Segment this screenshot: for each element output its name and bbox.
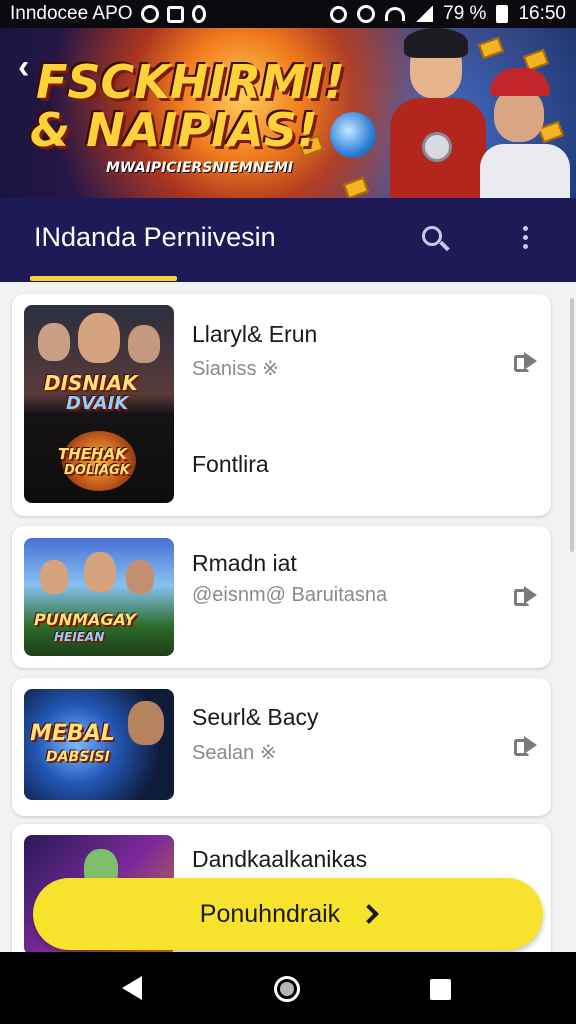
chevron-right-icon [359,904,380,924]
nav-recents-icon[interactable] [430,979,451,1000]
thumb-title: PUNMAGAY [34,610,136,629]
status-time: 16:50 [518,3,566,24]
share-icon[interactable] [514,734,538,756]
banner-title: FSCKHIRMI! & NAIPIAS! [30,55,345,154]
list-item[interactable]: MEBAL DABSISI Seurl& Bacy Sealan ※ [12,678,551,816]
signal-icon [415,6,434,22]
vibrate-icon [357,5,376,23]
notification-icon [140,5,159,23]
game-subtitle: Sianiss ※ [192,358,279,380]
game-subtitle: @eisnm@ Baruitasna [192,584,388,606]
banner-title-line2: & NAIPIAS! [30,103,318,157]
thumb-subtitle: HEIEAN [54,630,105,644]
wifi-icon [385,7,406,21]
game-name: Llaryl& Erun [192,321,318,347]
promo-banner[interactable]: ‹ FSCKHIRMI! & NAIPIAS! MWAIPICIERSNIEMN… [0,28,576,198]
battery-icon [496,5,509,23]
game-name: Rmadn iat [192,550,297,576]
hero-warrior-illustration [380,28,490,198]
thumb-title: MEBAL [30,721,115,746]
game-extra-label: Fontlira [192,451,269,477]
thumb-title: DISNIAK [44,371,138,395]
app-bar: INdanda Perniivesin [0,198,576,282]
share-icon[interactable] [514,350,538,372]
thumb-subtitle: DVAIK [66,393,129,414]
game-thumbnail: DISNIAK DVAIK THEHAK DOLIAGK [24,305,174,503]
status-bar: Inndocee APO 79 % 16:50 [0,0,576,28]
emblem-subtext: DOLIAGK [64,463,130,478]
nav-home-icon[interactable] [274,976,300,1002]
game-name: Dandkaalkanikas [192,846,368,872]
photo-notification-icon [166,5,184,23]
game-thumbnail: MEBAL DABSISI [24,689,174,800]
game-thumbnail: PUNMAGAY HEIEAN [24,538,174,656]
nfc-icon [330,5,348,23]
system-nav-bar [0,952,576,1024]
game-name: Seurl& Bacy [192,704,319,730]
banner-subtitle: MWAIPICIERSNIEMNEMI [106,160,294,176]
share-icon[interactable] [514,584,538,606]
banner-title-line1: FSCKHIRMI! [36,55,345,109]
scrollbar[interactable] [570,298,574,552]
hero-boy-illustration [480,68,576,198]
game-subtitle: Sealan ※ [192,742,277,764]
tab-indicator [30,276,177,281]
location-icon [191,5,206,23]
thumb-subtitle: DABSISI [46,749,110,765]
search-icon[interactable] [422,226,452,256]
status-app-name: Inndocee APO [10,3,133,24]
battery-percent: 79 % [443,3,487,24]
coin-icon [342,176,370,198]
page-title: INdanda Perniivesin [34,222,276,252]
list-item[interactable]: DISNIAK DVAIK THEHAK DOLIAGK Llaryl& Eru… [12,294,551,516]
list-item[interactable]: PUNMAGAY HEIEAN Rmadn iat @eisnm@ Baruit… [12,526,551,668]
game-list[interactable]: DISNIAK DVAIK THEHAK DOLIAGK Llaryl& Eru… [0,282,576,952]
emblem-text: THEHAK [58,445,127,463]
nav-back-icon[interactable] [122,976,142,1000]
more-vert-icon[interactable] [519,226,531,254]
primary-action-label: Ponuhndraik [199,899,341,928]
primary-action-button[interactable]: Ponuhndraik [33,878,543,950]
